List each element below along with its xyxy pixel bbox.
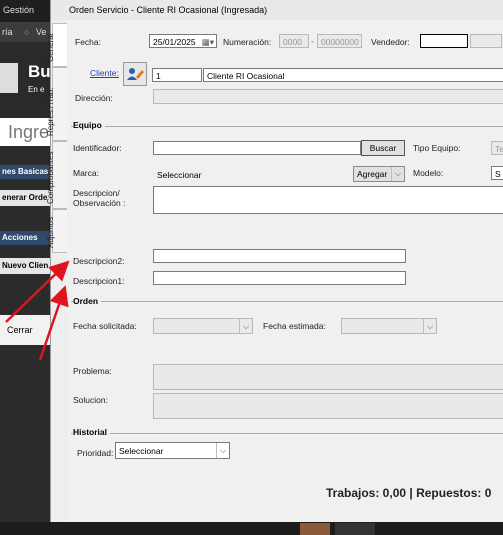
arrow-to-descripcion1	[38, 285, 69, 361]
annotation-arrows	[5, 260, 70, 361]
